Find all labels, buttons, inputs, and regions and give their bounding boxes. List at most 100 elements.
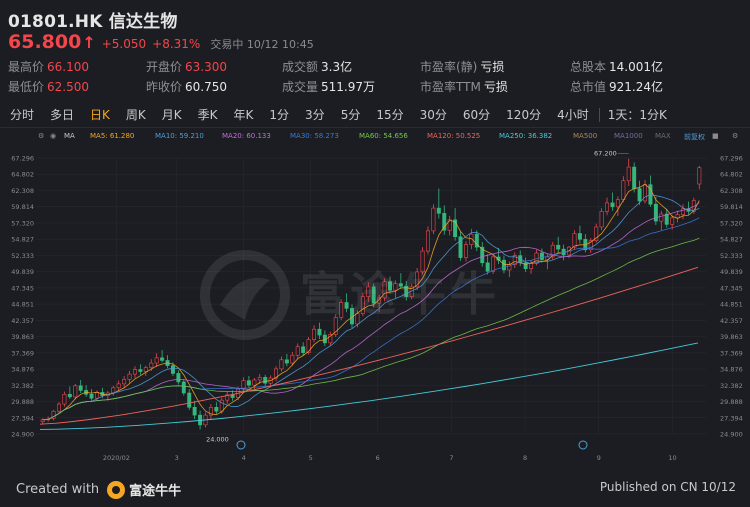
- stat-low: 最低价 62.500: [8, 80, 90, 94]
- low-annotation: 24.000: [206, 435, 229, 443]
- stat-volume: 成交量 511.97万: [282, 80, 376, 94]
- candle-up: [675, 214, 680, 219]
- price-change-pct: +8.31%: [152, 37, 201, 51]
- tab-60min[interactable]: 60分: [463, 106, 490, 123]
- x-tick: 7: [449, 454, 453, 462]
- tab-1day-1min[interactable]: 1天：1分K: [608, 106, 667, 123]
- y-tick-right: 42.357: [720, 317, 743, 325]
- period-tabs: 分时 多日 日K 周K 月K 季K 年K 1分 3分 5分 15分 30分 60…: [0, 102, 750, 128]
- candle-up: [279, 359, 284, 370]
- y-tick-left: 49.839: [11, 268, 34, 276]
- ma-legend-ma250[interactable]: MA250: 36.382: [499, 132, 552, 140]
- settings-icon[interactable]: ⚙: [732, 132, 738, 140]
- candle-down: [192, 407, 197, 416]
- candle-up: [697, 167, 702, 185]
- x-tick: 10: [668, 454, 676, 462]
- ma-legend-ma1000[interactable]: MA1000: [614, 132, 643, 140]
- y-tick-right: 49.839: [720, 268, 743, 276]
- stat-high: 最高价 66.100: [8, 60, 90, 74]
- candle-up: [73, 385, 78, 398]
- ma-legend-ma120[interactable]: MA120: 50.525: [427, 132, 480, 140]
- y-tick-right: 34.876: [720, 366, 743, 374]
- candle-down: [78, 385, 83, 391]
- tab-1min[interactable]: 1分: [269, 106, 289, 123]
- candle-down: [301, 346, 306, 353]
- ma-settings-icon[interactable]: ⚙: [38, 132, 44, 140]
- ma-legend-ma60[interactable]: MA60: 54.656: [359, 132, 408, 140]
- candle-up: [425, 230, 430, 252]
- candle-down: [284, 359, 289, 364]
- candle-up: [306, 339, 311, 353]
- candle-up: [670, 217, 675, 225]
- ma-legend-max[interactable]: MAX: [655, 132, 671, 140]
- brand-name: 富途牛牛: [129, 484, 182, 499]
- candle-up: [529, 263, 534, 269]
- y-tick-right: 37.369: [720, 349, 743, 357]
- candle-down: [556, 244, 561, 250]
- collapse-icon[interactable]: ■: [712, 132, 719, 140]
- tab-5min[interactable]: 5分: [341, 106, 361, 123]
- futu-watermark: 富途牛牛: [200, 250, 520, 340]
- ma-legend-ma500[interactable]: MA500: [573, 132, 597, 140]
- ma-legend-ma20[interactable]: MA20: 60.133: [222, 132, 271, 140]
- x-tick: 6: [376, 454, 380, 462]
- candle-up: [572, 233, 577, 248]
- stat-turnover: 成交额 3.3亿: [282, 60, 353, 74]
- watermark-text: 富途牛牛: [300, 267, 500, 321]
- high-annotation: 67.200: [594, 150, 617, 158]
- y-tick-right: 62.308: [720, 187, 743, 195]
- y-tick-left: 52.333: [11, 252, 34, 260]
- y-tick-right: 24.900: [720, 431, 743, 439]
- tab-120min[interactable]: 120分: [506, 106, 541, 123]
- y-tick-left: 62.308: [11, 187, 34, 195]
- ma-legend-ma5[interactable]: MA5: 61.280: [90, 132, 134, 140]
- created-with-label: Created with: [16, 482, 100, 497]
- ma-toggle-icon[interactable]: ◉: [50, 132, 56, 140]
- candle-up: [659, 213, 664, 222]
- candle-down: [246, 380, 251, 386]
- tab-monthly-k[interactable]: 月K: [162, 106, 182, 123]
- ma-legend-ma[interactable]: MA: [64, 132, 75, 140]
- ma-legend-ma10[interactable]: MA10: 59.210: [155, 132, 204, 140]
- tab-multi-day[interactable]: 多日: [50, 106, 74, 123]
- candle-up: [626, 166, 631, 182]
- candle-down: [577, 233, 582, 240]
- candle-down: [653, 203, 658, 222]
- tab-15min[interactable]: 15分: [376, 106, 403, 123]
- candle-down: [637, 188, 642, 202]
- event-marker: [578, 440, 588, 450]
- x-tick: 8: [523, 454, 527, 462]
- tab-intraday[interactable]: 分时: [10, 106, 34, 123]
- tab-quarterly-k[interactable]: 季K: [198, 106, 218, 123]
- tab-daily-k[interactable]: 日K: [90, 106, 110, 123]
- candle-up: [621, 180, 626, 200]
- y-tick-left: 57.320: [11, 219, 34, 227]
- tab-weekly-k[interactable]: 周K: [126, 106, 146, 123]
- y-tick-right: 59.814: [720, 203, 743, 211]
- adjust-forward[interactable]: 前复权: [684, 132, 705, 142]
- tab-30min[interactable]: 30分: [420, 106, 447, 123]
- futu-logo-icon: [200, 250, 290, 340]
- trading-status-time: 交易中 10/12 10:45: [210, 38, 314, 51]
- tab-3min[interactable]: 3分: [305, 106, 325, 123]
- futu-logo-icon: [107, 480, 126, 499]
- y-tick-left: 47.345: [11, 284, 34, 292]
- tab-yearly-k[interactable]: 年K: [234, 106, 254, 123]
- y-tick-right: 47.345: [720, 284, 743, 292]
- stat-prev-close: 昨收价 60.750: [146, 80, 228, 94]
- tab-4hour[interactable]: 4小时: [557, 106, 589, 123]
- candle-down: [138, 369, 143, 372]
- candle-up: [431, 207, 436, 232]
- candle-up: [290, 354, 295, 364]
- event-marker: [236, 440, 246, 450]
- candle-up: [599, 211, 604, 228]
- stat-pe-static: 市盈率(静) 亏损: [420, 60, 505, 74]
- candle-up: [154, 357, 159, 364]
- candle-up: [116, 383, 121, 389]
- ma-legend-ma30[interactable]: MA30: 58.273: [290, 132, 339, 140]
- candle-down: [89, 393, 94, 399]
- candle-down: [181, 381, 186, 394]
- candle-up: [295, 346, 300, 356]
- y-tick-left: 32.382: [11, 382, 34, 390]
- candle-up: [94, 392, 99, 399]
